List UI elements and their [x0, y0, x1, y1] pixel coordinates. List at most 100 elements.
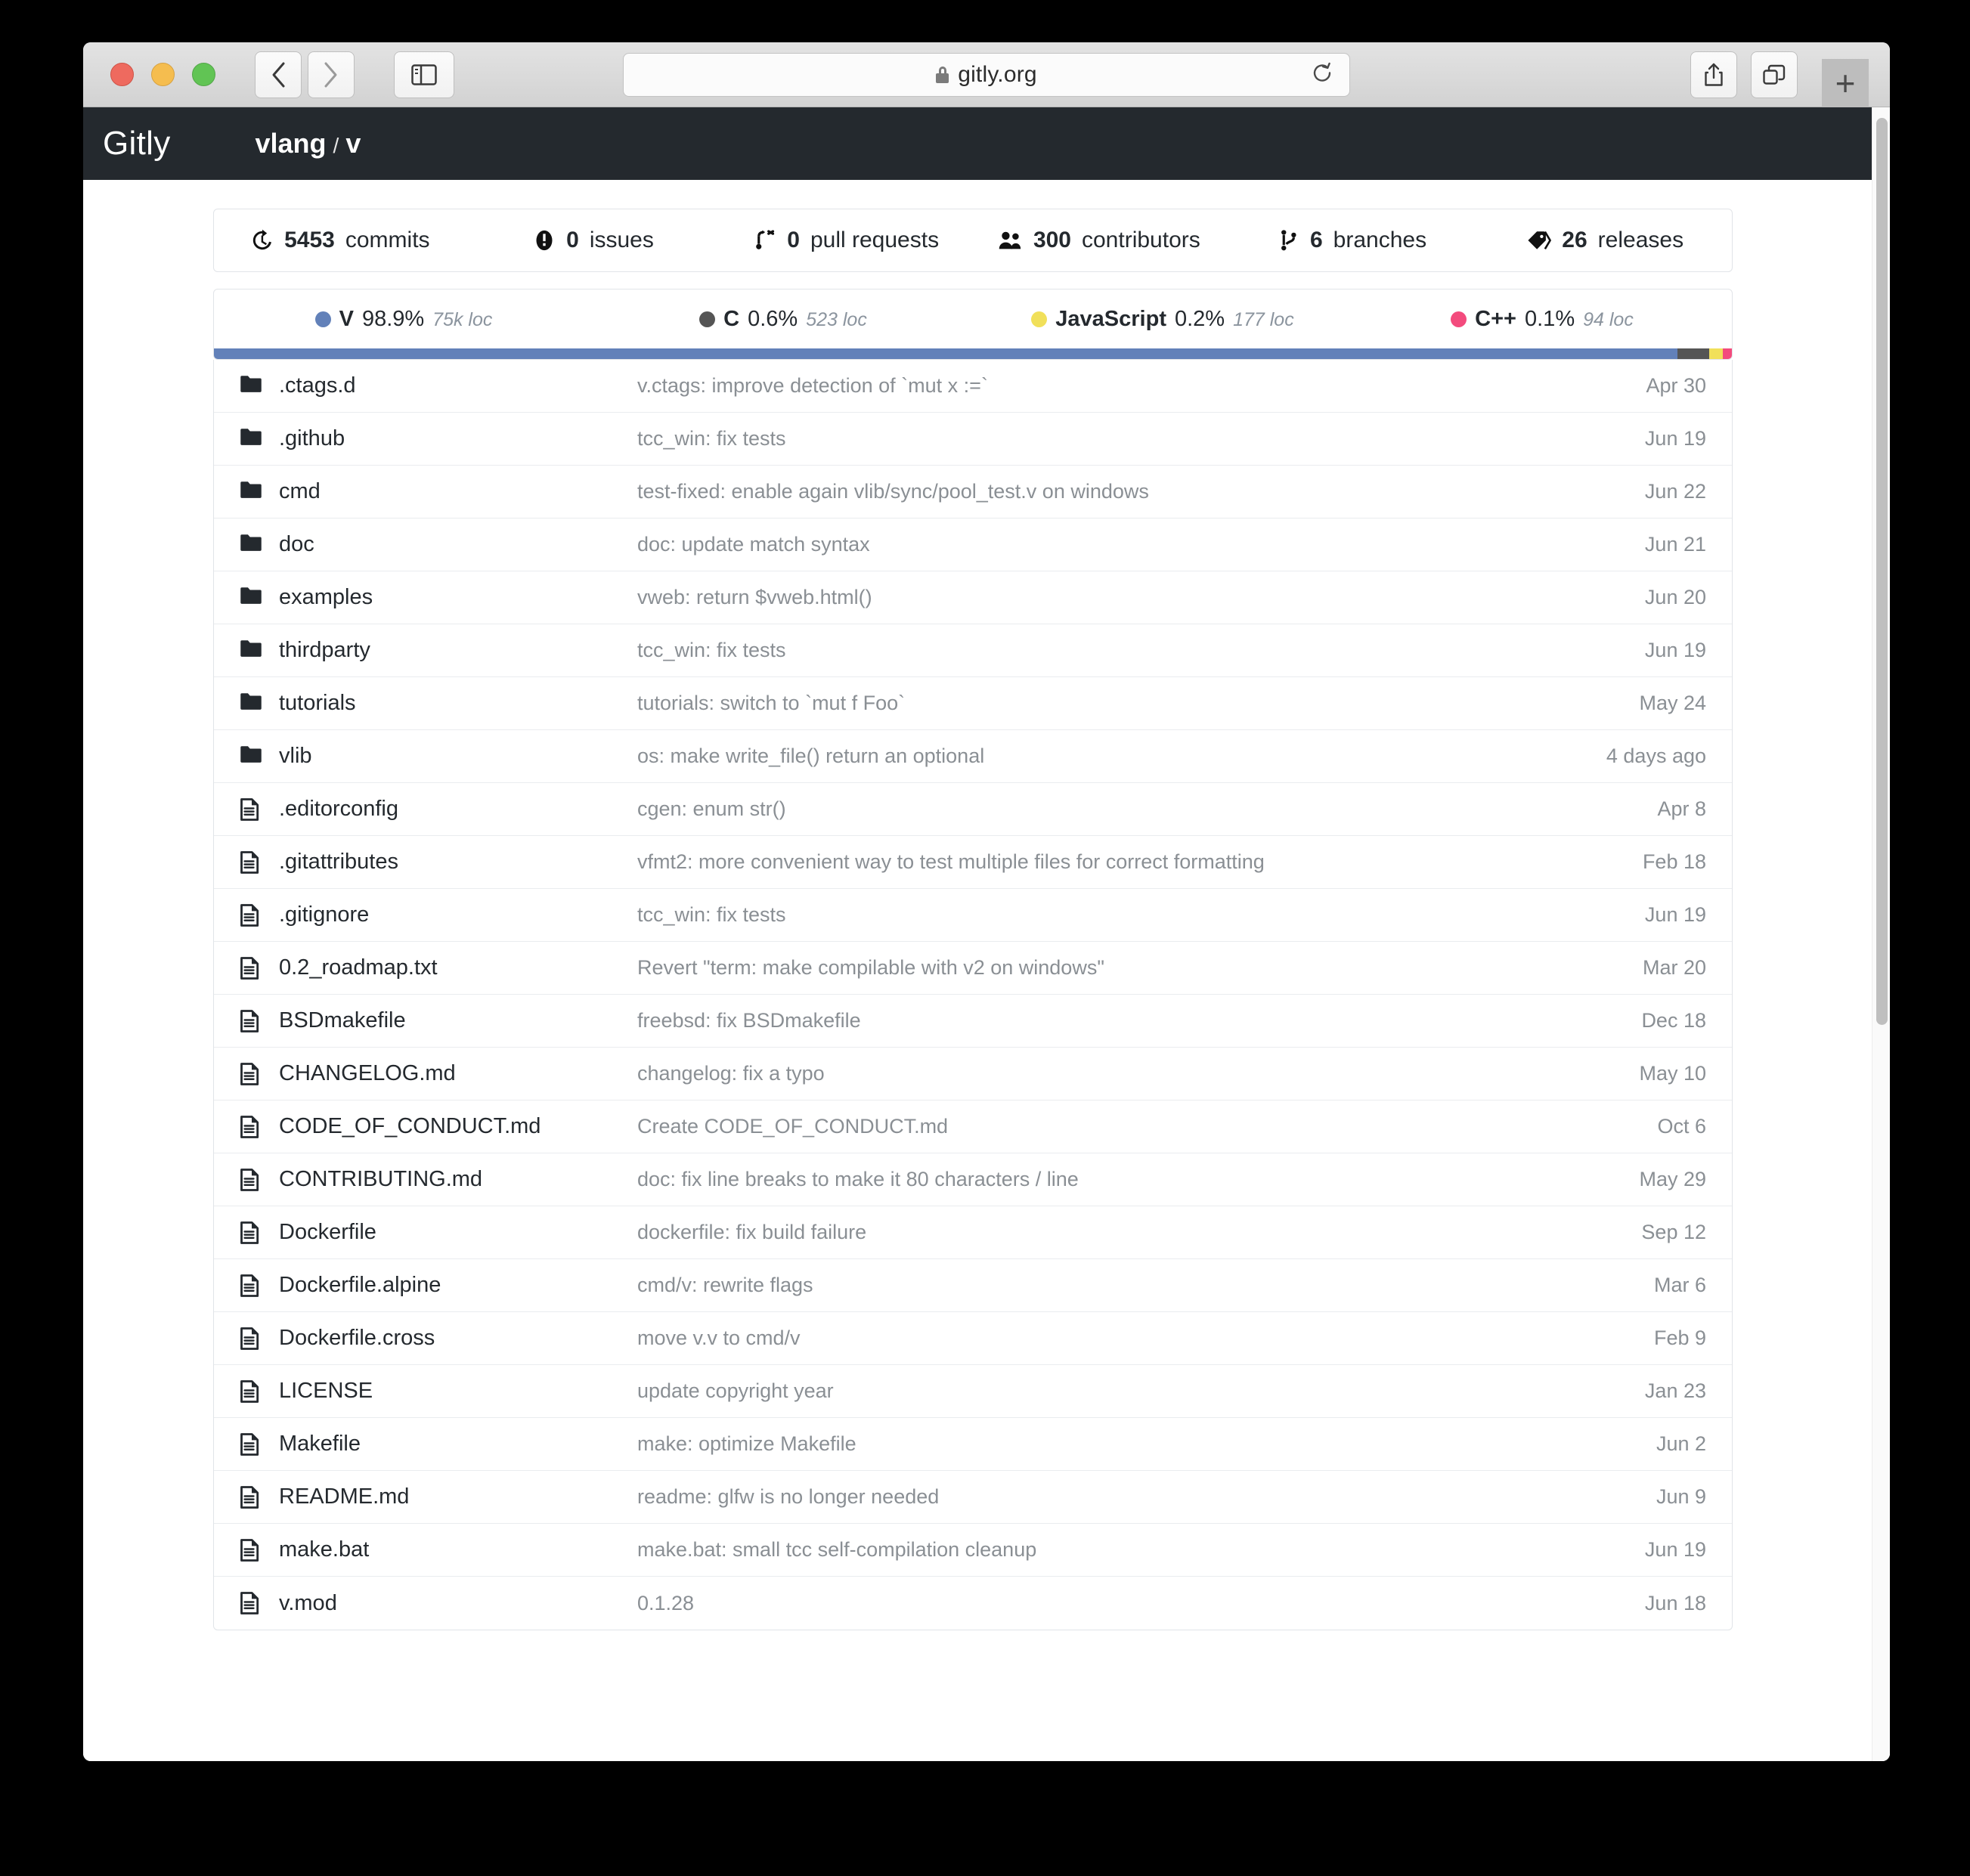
language-legend-item[interactable]: C 0.6% 523 loc — [593, 307, 973, 332]
file-name-cell[interactable]: CHANGELOG.md — [240, 1061, 633, 1086]
repo-stat-branches[interactable]: 6 branches — [1226, 228, 1479, 253]
file-name-cell[interactable]: thirdparty — [240, 638, 633, 663]
commit-message[interactable]: move v.v to cmd/v — [633, 1327, 1479, 1350]
table-row[interactable]: thirdparty tcc_win: fix tests Jun 19 — [214, 624, 1732, 677]
file-name-cell[interactable]: .gitignore — [240, 902, 633, 927]
commit-message[interactable]: changelog: fix a typo — [633, 1062, 1479, 1085]
file-name-cell[interactable]: CONTRIBUTING.md — [240, 1167, 633, 1192]
table-row[interactable]: tutorials tutorials: switch to `mut f Foo… — [214, 677, 1732, 730]
commit-message[interactable]: 0.1.28 — [633, 1592, 1479, 1615]
commit-message[interactable]: test-fixed: enable again vlib/sync/pool_… — [633, 480, 1479, 503]
file-name-cell[interactable]: cmd — [240, 479, 633, 504]
file-name-cell[interactable]: v.mod — [240, 1591, 633, 1616]
minimize-window-button[interactable] — [151, 63, 175, 86]
table-row[interactable]: Makefile make: optimize Makefile Jun 2 — [214, 1418, 1732, 1471]
tabs-overview-button[interactable] — [1751, 51, 1798, 98]
file-name-cell[interactable]: Dockerfile.alpine — [240, 1273, 633, 1298]
table-row[interactable]: .editorconfig cgen: enum str() Apr 8 — [214, 783, 1732, 836]
commit-message[interactable]: freebsd: fix BSDmakefile — [633, 1009, 1479, 1032]
file-name-cell[interactable]: README.md — [240, 1484, 633, 1509]
file-name-cell[interactable]: LICENSE — [240, 1379, 633, 1404]
close-window-button[interactable] — [110, 63, 134, 86]
commit-message[interactable]: v.ctags: improve detection of `mut x :=` — [633, 374, 1479, 398]
commit-message[interactable]: readme: glfw is no longer needed — [633, 1485, 1479, 1509]
file-name-cell[interactable]: .github — [240, 426, 633, 451]
commit-message[interactable]: os: make write_file() return an optional — [633, 745, 1479, 768]
commit-message[interactable]: tcc_win: fix tests — [633, 903, 1479, 927]
table-row[interactable]: vlib os: make write_file() return an opti… — [214, 730, 1732, 783]
file-name-cell[interactable]: BSDmakefile — [240, 1008, 633, 1033]
page-scrollbar[interactable] — [1872, 107, 1890, 1761]
commit-message[interactable]: tcc_win: fix tests — [633, 427, 1479, 450]
commit-message[interactable]: doc: fix line breaks to make it 80 chara… — [633, 1168, 1479, 1191]
breadcrumb-owner[interactable]: vlang — [256, 128, 327, 159]
commit-message[interactable]: dockerfile: fix build failure — [633, 1221, 1479, 1244]
language-legend-item[interactable]: V 98.9% 75k loc — [214, 307, 593, 332]
table-row[interactable]: BSDmakefile freebsd: fix BSDmakefile Dec 1… — [214, 995, 1732, 1048]
table-row[interactable]: make.bat make.bat: small tcc self-compila… — [214, 1524, 1732, 1577]
table-row[interactable]: Dockerfile.alpine cmd/v: rewrite flags Mar… — [214, 1259, 1732, 1312]
maximize-window-button[interactable] — [192, 63, 215, 86]
table-row[interactable]: cmd test-fixed: enable again vlib/sync/po… — [214, 466, 1732, 519]
commit-message[interactable]: cgen: enum str() — [633, 797, 1479, 821]
back-button[interactable] — [255, 51, 302, 98]
table-row[interactable]: CHANGELOG.md changelog: fix a typo May 10 — [214, 1048, 1732, 1101]
file-name-cell[interactable]: Dockerfile — [240, 1220, 633, 1245]
file-name-cell[interactable]: .ctags.d — [240, 373, 633, 398]
repo-stat-commits[interactable]: 5453 commits — [214, 228, 467, 253]
table-row[interactable]: CONTRIBUTING.md doc: fix line breaks to m… — [214, 1153, 1732, 1206]
file-name-cell[interactable]: Makefile — [240, 1432, 633, 1457]
commit-message[interactable]: tutorials: switch to `mut f Foo` — [633, 692, 1479, 715]
file-name-cell[interactable]: .gitattributes — [240, 850, 633, 875]
commit-message[interactable]: Create CODE_OF_CONDUCT.md — [633, 1115, 1479, 1138]
sidebar-toggle-button[interactable] — [394, 51, 454, 98]
repo-stat-issues[interactable]: 0 issues — [467, 228, 720, 253]
table-row[interactable]: .ctags.d v.ctags: improve detection of `m… — [214, 360, 1732, 413]
file-name-cell[interactable]: tutorials — [240, 691, 633, 716]
commit-message[interactable]: make.bat: small tcc self-compilation cle… — [633, 1538, 1479, 1562]
forward-button[interactable] — [308, 51, 355, 98]
share-button[interactable] — [1690, 51, 1737, 98]
file-name: CODE_OF_CONDUCT.md — [279, 1114, 541, 1138]
table-row[interactable]: Dockerfile dockerfile: fix build failure S… — [214, 1206, 1732, 1259]
commit-message[interactable]: make: optimize Makefile — [633, 1432, 1479, 1456]
table-row[interactable]: .github tcc_win: fix tests Jun 19 — [214, 413, 1732, 466]
table-row[interactable]: .gitattributes vfmt2: more convenient way… — [214, 836, 1732, 889]
file-name-cell[interactable]: doc — [240, 532, 633, 557]
table-row[interactable]: Dockerfile.cross move v.v to cmd/v Feb 9 — [214, 1312, 1732, 1365]
commit-message[interactable]: vweb: return $vweb.html() — [633, 586, 1479, 609]
file-name-cell[interactable]: Dockerfile.cross — [240, 1326, 633, 1351]
file-name-cell[interactable]: vlib — [240, 744, 633, 769]
address-bar[interactable]: gitly.org — [623, 52, 1350, 97]
file-name-cell[interactable]: .editorconfig — [240, 797, 633, 822]
table-row[interactable]: .gitignore tcc_win: fix tests Jun 19 — [214, 889, 1732, 942]
file-name-cell[interactable]: CODE_OF_CONDUCT.md — [240, 1114, 633, 1139]
repo-stat-contributors[interactable]: 300 contributors — [973, 228, 1226, 253]
commit-message[interactable]: tcc_win: fix tests — [633, 639, 1479, 662]
reload-button[interactable] — [1312, 61, 1333, 88]
table-row[interactable]: examples vweb: return $vweb.html() Jun 20 — [214, 571, 1732, 624]
table-row[interactable]: 0.2_roadmap.txt Revert "term: make compil… — [214, 942, 1732, 995]
table-row[interactable]: README.md readme: glfw is no longer neede… — [214, 1471, 1732, 1524]
file-name-cell[interactable]: examples — [240, 585, 633, 610]
site-logo[interactable]: Gitly — [103, 125, 171, 163]
commit-message[interactable]: vfmt2: more convenient way to test multi… — [633, 850, 1479, 874]
table-row[interactable]: v.mod 0.1.28 Jun 18 — [214, 1577, 1732, 1630]
scrollbar-thumb[interactable] — [1876, 118, 1888, 1025]
table-row[interactable]: LICENSE update copyright year Jan 23 — [214, 1365, 1732, 1418]
table-row[interactable]: doc doc: update match syntax Jun 21 — [214, 519, 1732, 571]
commit-message[interactable]: doc: update match syntax — [633, 533, 1479, 556]
file-name-cell[interactable]: make.bat — [240, 1537, 633, 1562]
commit-message[interactable]: Revert "term: make compilable with v2 on… — [633, 956, 1479, 980]
commit-message[interactable]: cmd/v: rewrite flags — [633, 1274, 1479, 1297]
repo-stat-releases[interactable]: 26 releases — [1479, 228, 1732, 253]
new-tab-button[interactable]: + — [1822, 59, 1869, 107]
table-row[interactable]: CODE_OF_CONDUCT.md Create CODE_OF_CONDUCT… — [214, 1101, 1732, 1153]
breadcrumb-repo[interactable]: v — [345, 128, 361, 159]
commit-message[interactable]: update copyright year — [633, 1379, 1479, 1403]
repo-stat-pull-requests[interactable]: 0 pull requests — [720, 228, 973, 253]
folder-icon — [240, 534, 262, 556]
language-legend-item[interactable]: JavaScript 0.2% 177 loc — [973, 307, 1352, 332]
language-legend-item[interactable]: C++ 0.1% 94 loc — [1352, 307, 1732, 332]
file-name-cell[interactable]: 0.2_roadmap.txt — [240, 955, 633, 980]
